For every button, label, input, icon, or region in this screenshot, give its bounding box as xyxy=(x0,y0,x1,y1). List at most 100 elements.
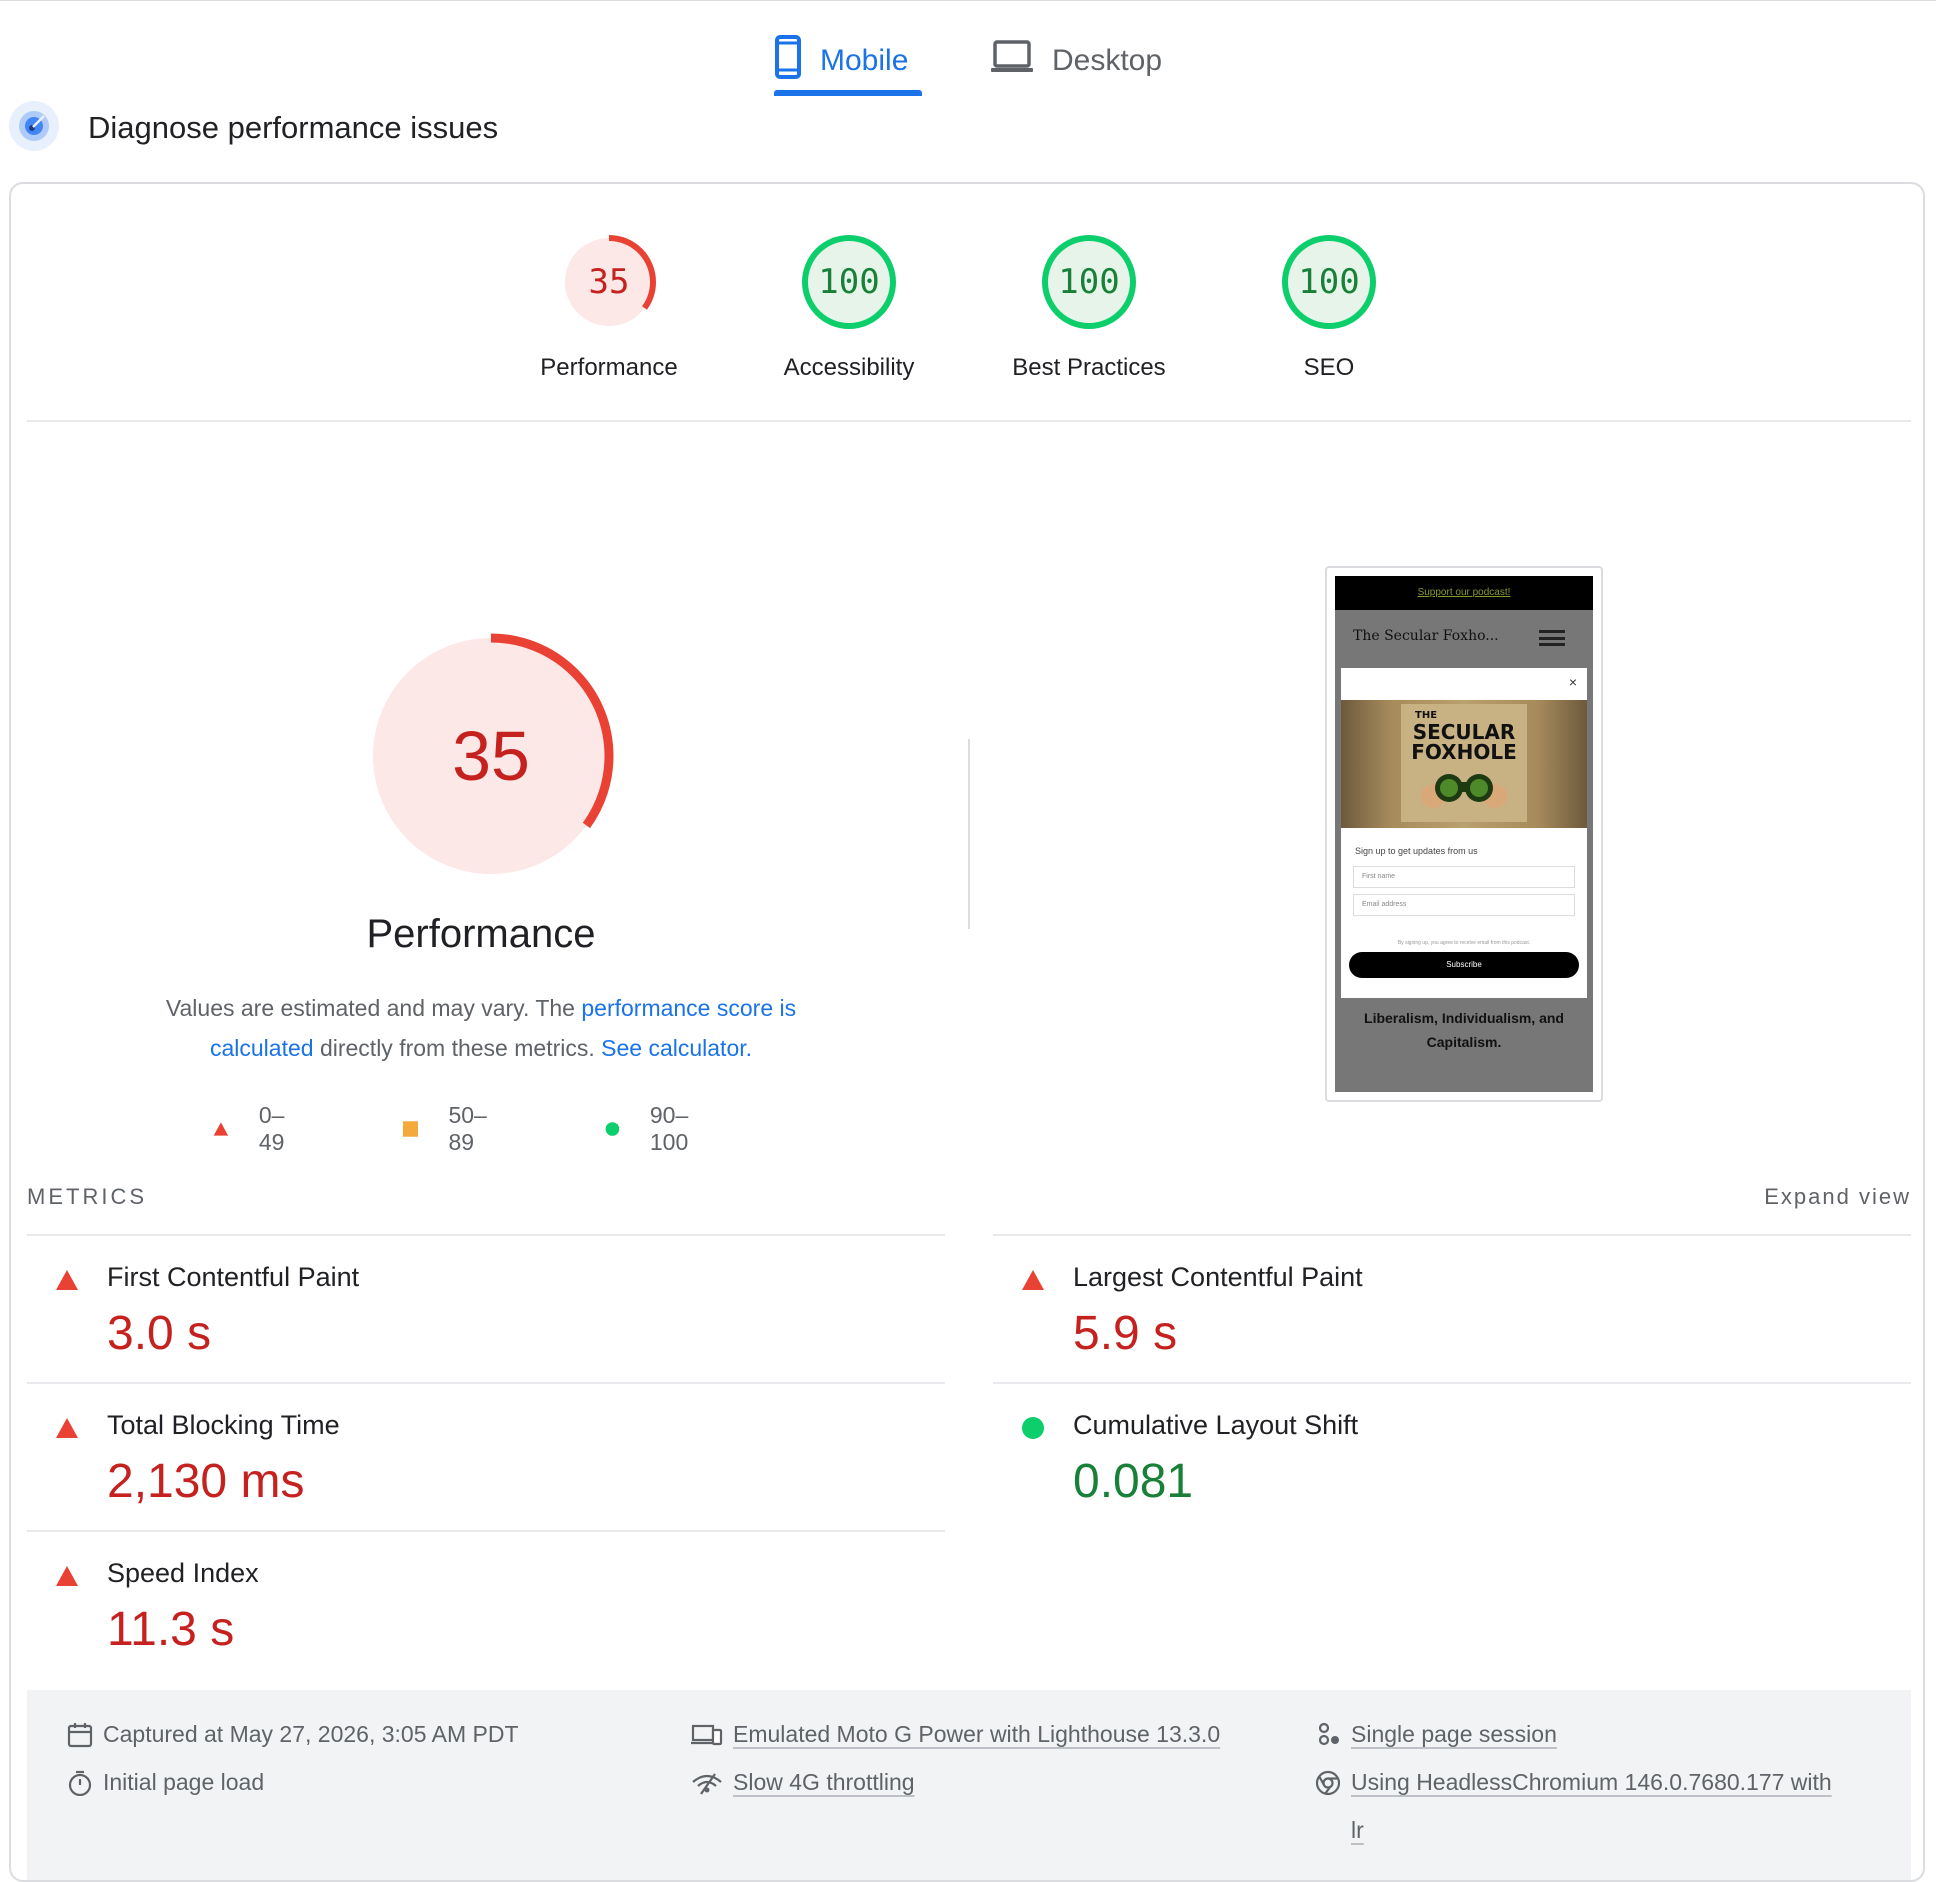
screenshot-site-title: The Secular Foxho... xyxy=(1353,628,1499,644)
metric-tbt: Total Blocking Time 2,130 ms xyxy=(27,1382,945,1530)
legend-fail-label: 0–49 xyxy=(258,1102,285,1155)
calendar-icon xyxy=(67,1723,93,1748)
gauge-label-best-practices: Best Practices xyxy=(1012,354,1166,381)
tab-mobile-label: Mobile xyxy=(820,44,909,77)
screenshot-subscribe-button: Subscribe xyxy=(1349,952,1579,978)
emulated-device-text: Emulated Moto G Power with Lighthouse 13… xyxy=(733,1721,1221,1747)
metrics-column-right: Largest Contentful Paint 5.9 s Cumulativ… xyxy=(993,1234,1911,1530)
metric-fcp-label: First Contentful Paint xyxy=(107,1262,360,1292)
browser-version[interactable]: Using HeadlessChromium 146.0.7680.177 wi… xyxy=(1315,1758,1895,1854)
legend-fail: 0–49 xyxy=(213,1102,293,1156)
triangle-icon xyxy=(56,1566,78,1586)
triangle-icon xyxy=(56,1418,78,1438)
metric-fcp: First Contentful Paint 3.0 s xyxy=(27,1234,945,1382)
browser-version-line-2: lr xyxy=(1351,1817,1364,1843)
session-type-text: Single page session xyxy=(1351,1721,1557,1747)
gauge-score-seo: 100 xyxy=(1298,262,1360,302)
menu-icon xyxy=(1539,630,1565,646)
metric-fcp-value: 3.0 s xyxy=(107,1307,212,1360)
people-icon xyxy=(1318,1722,1339,1746)
session-type[interactable]: Single page session xyxy=(1315,1710,1557,1758)
metrics-column-left: First Contentful Paint 3.0 s Total Block… xyxy=(27,1234,945,1678)
gauge-label-accessibility: Accessibility xyxy=(783,354,915,381)
initial-page-load: Initial page load xyxy=(67,1758,264,1806)
device-tabs: Mobile Desktop xyxy=(0,22,1936,100)
podcast-logo-text: THE SECULAR FOXHOLE xyxy=(1401,710,1527,762)
performance-gauge-large: 35 xyxy=(351,616,631,896)
report-card: 35 Performance 100 Accessibility 100 Bes… xyxy=(9,182,1925,1882)
metric-lcp-label: Largest Contentful Paint xyxy=(1073,1262,1363,1292)
square-icon xyxy=(403,1121,419,1137)
pagespeed-icon xyxy=(8,100,60,157)
expand-view-button[interactable]: Expand view xyxy=(1764,1184,1911,1210)
desc-text-2: directly from these metrics. xyxy=(313,1035,602,1061)
tab-desktop-label: Desktop xyxy=(1052,44,1163,77)
metric-cls-value: 0.081 xyxy=(1073,1455,1194,1508)
tab-mobile[interactable]: Mobile xyxy=(774,22,908,100)
metric-cls-label: Cumulative Layout Shift xyxy=(1073,1410,1359,1440)
network-throttling-text: Slow 4G throttling xyxy=(733,1769,915,1795)
performance-title: Performance xyxy=(366,912,596,956)
screenshot-first-name-field: First name xyxy=(1353,866,1575,888)
screenshot-footer-text: Liberalism, Individualism, and Capitalis… xyxy=(1335,1006,1593,1054)
gauge-score-performance: 35 xyxy=(588,262,630,302)
runtime-settings: Captured at May 27, 2026, 3:05 AM PDT In… xyxy=(27,1690,1911,1880)
legend-pass: 90–100 xyxy=(605,1102,697,1156)
metrics-title: METRICS xyxy=(27,1184,147,1209)
devices-icon xyxy=(691,1724,723,1746)
smartphone-icon xyxy=(774,35,802,87)
logo-line-2: SECULAR xyxy=(1412,720,1516,744)
see-calculator-link[interactable]: See calculator. xyxy=(601,1035,752,1061)
timer-icon xyxy=(68,1770,92,1796)
tab-desktop[interactable]: Desktop xyxy=(990,22,1162,100)
active-tab-indicator xyxy=(774,90,922,96)
gauge-label-seo: SEO xyxy=(1303,354,1355,381)
category-gauges: 35 Performance 100 Accessibility 100 Bes… xyxy=(11,232,1923,382)
screenshot-signup-text: Sign up to get updates from us xyxy=(1355,846,1478,856)
page-title: Diagnose performance issues xyxy=(88,110,499,145)
desc-text-1: Values are estimated and may vary. The xyxy=(165,995,582,1021)
screenshot-viewport: Support our podcast! The Secular Foxho..… xyxy=(1335,576,1593,1092)
circle-icon xyxy=(605,1122,620,1136)
metric-lcp: Largest Contentful Paint 5.9 s xyxy=(993,1234,1911,1382)
podcast-logo: THE SECULAR FOXHOLE xyxy=(1401,704,1527,822)
logo-line-3: FOXHOLE xyxy=(1411,740,1517,764)
metric-lcp-value: 5.9 s xyxy=(1073,1307,1178,1360)
screenshot-banner: Support our podcast! xyxy=(1335,576,1593,610)
screenshot-agree-text: By signing up, you agree to receive emai… xyxy=(1397,940,1531,946)
screenshot-signup-modal: × THE SECULAR FOXHOLE Sign up to get upd… xyxy=(1341,668,1587,998)
metric-cls: Cumulative Layout Shift 0.081 xyxy=(993,1382,1911,1530)
chrome-icon xyxy=(1315,1770,1341,1796)
metrics-header: METRICS Expand view xyxy=(27,1184,1911,1224)
legend-average: 50–89 xyxy=(403,1102,493,1156)
gauge-best-practices[interactable]: 100 Best Practices xyxy=(989,232,1189,382)
metric-si: Speed Index 11.3 s xyxy=(27,1530,945,1678)
laptop-icon xyxy=(990,39,1034,83)
captured-at: Captured at May 27, 2026, 3:05 AM PDT xyxy=(67,1710,519,1758)
gauge-performance[interactable]: 35 Performance xyxy=(509,232,709,382)
emulated-device[interactable]: Emulated Moto G Power with Lighthouse 13… xyxy=(691,1710,1220,1758)
screenshot-podcast-art: THE SECULAR FOXHOLE xyxy=(1341,700,1587,828)
gauge-label-performance: Performance xyxy=(540,354,678,381)
gauge-accessibility[interactable]: 100 Accessibility xyxy=(749,232,949,382)
network-throttling[interactable]: Slow 4G throttling xyxy=(691,1758,915,1806)
network-icon xyxy=(692,1773,722,1795)
gauge-seo[interactable]: 100 SEO xyxy=(1229,232,1429,382)
vertical-divider xyxy=(968,739,970,929)
gauges-divider xyxy=(27,420,1911,422)
screenshot-email-field: Email address xyxy=(1353,894,1575,916)
metric-si-value: 11.3 s xyxy=(107,1603,235,1656)
metric-tbt-label: Total Blocking Time xyxy=(107,1410,340,1440)
page-screenshot[interactable]: Support our podcast! The Secular Foxho..… xyxy=(1325,566,1603,1102)
gauge-score-accessibility: 100 xyxy=(818,262,880,302)
legend-average-label: 50–89 xyxy=(448,1102,487,1155)
binoculars-icon xyxy=(1421,774,1507,808)
triangle-icon xyxy=(213,1122,229,1136)
metric-si-label: Speed Index xyxy=(107,1558,259,1588)
close-icon: × xyxy=(1568,674,1577,690)
initial-page-load-text: Initial page load xyxy=(103,1769,265,1795)
screenshot-footer-line-1: Liberalism, Individualism, and xyxy=(1364,1010,1564,1026)
triangle-icon xyxy=(56,1270,78,1290)
performance-score-large: 35 xyxy=(452,717,530,795)
metric-tbt-value: 2,130 ms xyxy=(107,1455,305,1508)
